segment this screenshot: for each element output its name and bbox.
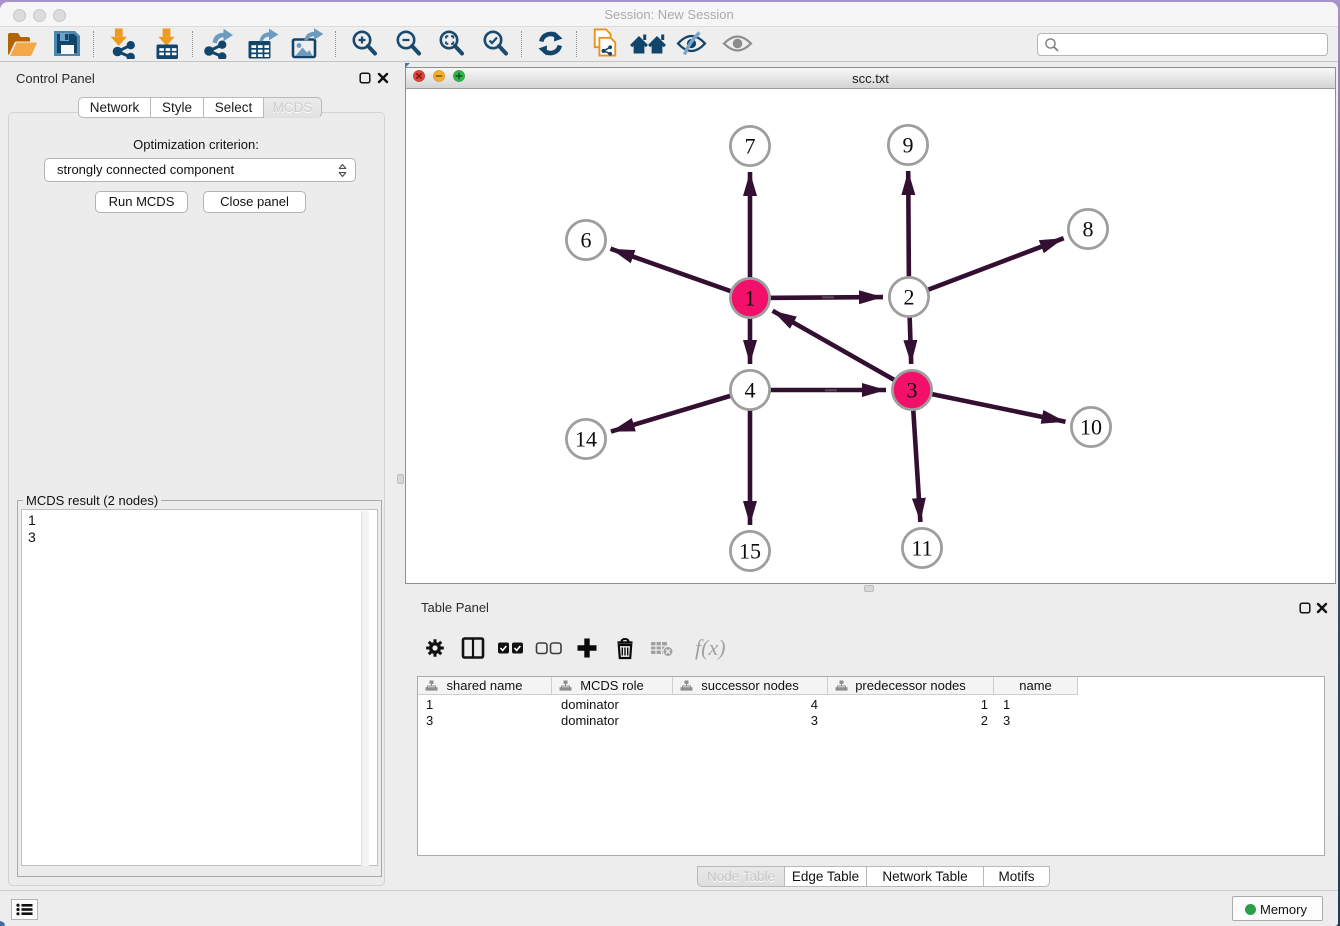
svg-text:8: 8 xyxy=(1083,217,1094,242)
svg-text:11: 11 xyxy=(911,536,932,561)
svg-text:f(x): f(x) xyxy=(695,636,726,660)
svg-text:14: 14 xyxy=(575,427,597,452)
svg-text:7: 7 xyxy=(745,134,756,159)
svg-text:15: 15 xyxy=(739,539,761,564)
svg-text:1: 1 xyxy=(745,286,756,311)
svg-text:10: 10 xyxy=(1080,415,1102,440)
svg-text:6: 6 xyxy=(581,228,592,253)
svg-text:4: 4 xyxy=(745,378,756,403)
svg-text:9: 9 xyxy=(903,133,914,158)
svg-text:3: 3 xyxy=(907,378,918,403)
svg-text:2: 2 xyxy=(904,285,915,310)
